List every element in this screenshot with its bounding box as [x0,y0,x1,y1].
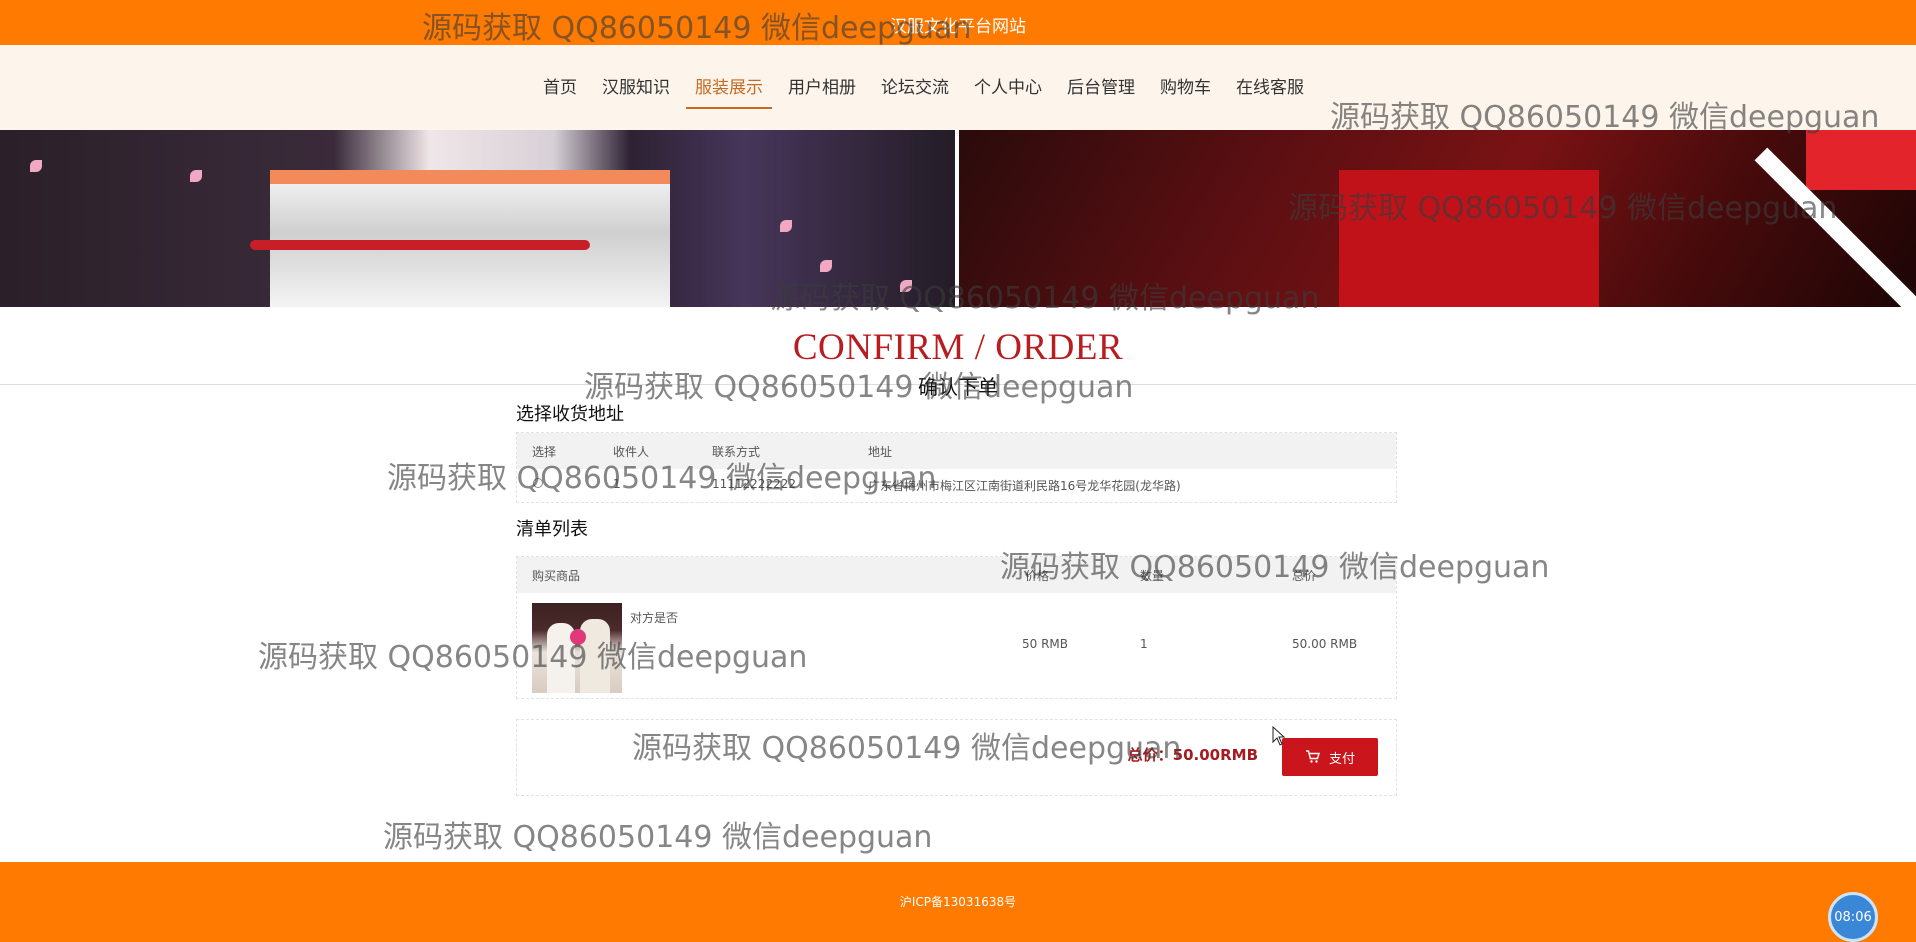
order-total: 总价：50.00RMB [1127,746,1258,764]
clock-badge[interactable]: 08:06 [1828,892,1878,942]
order-table-header: 购买商品 价格 数量 总价 [517,557,1396,593]
nav-item-forum[interactable]: 论坛交流 [872,75,958,109]
top-bar: 汉服文化平台网站 [0,0,1916,45]
address-radio[interactable] [533,478,543,488]
watermark: 源码获取 QQ86050149 微信deepguan [383,820,933,855]
nav-item-personal-center[interactable]: 个人中心 [965,75,1051,109]
page-subheading: 确认下单 [918,375,998,399]
mouse-cursor-icon [1272,726,1286,746]
nav-item-cart[interactable]: 购物车 [1151,75,1220,109]
contact-cell: 11112222222 [712,477,796,491]
column-header: 地址 [868,445,893,459]
nav-item-clothing-display[interactable]: 服装展示 [686,75,772,109]
column-header: 联系方式 [712,445,761,459]
main-nav: 首页 汉服知识 服装展示 用户相册 论坛交流 个人中心 后台管理 购物车 在线客… [0,45,1916,130]
pay-button[interactable]: 支付 [1282,738,1378,776]
banner-image [0,130,1916,307]
order-items-table: 购买商品 价格 数量 总价 对方是否 50 RMB 1 50.00 RMB [516,556,1397,699]
product-total: 50.00 RMB [1292,637,1358,651]
icp-record: 沪ICP备13031638号 [899,895,1017,909]
product-quantity: 1 [1140,637,1148,651]
nav-item-hanfu-knowledge[interactable]: 汉服知识 [593,75,679,109]
nav-list: 首页 汉服知识 服装展示 用户相册 论坛交流 个人中心 后台管理 购物车 在线客… [534,75,1320,109]
page-heading: CONFIRM / ORDER [792,327,1124,368]
column-header: 收件人 [613,445,650,459]
site-title: 汉服文化平台网站 [890,17,1026,37]
column-header: 数量 [1140,569,1165,583]
nav-item-admin[interactable]: 后台管理 [1058,75,1144,109]
banner-kimono-photo [0,130,955,307]
product-thumbnail[interactable] [532,603,622,693]
order-summary: 总价：50.00RMB 支付 [516,719,1397,796]
pay-label: 支付 [1328,750,1355,766]
product-price: 50 RMB [1022,637,1069,651]
address-table-header: 选择 收件人 联系方式 地址 [517,433,1396,469]
nav-item-user-album[interactable]: 用户相册 [779,75,865,109]
cart-icon [1305,750,1320,763]
address-table: 选择 收件人 联系方式 地址 1 11112222222 广东省梅州市梅江区江南… [516,432,1397,503]
product-name[interactable]: 对方是否 [630,609,678,626]
footer: 沪ICP备13031638号 [0,862,1916,942]
address-cell: 广东省梅州市梅江区江南街道利民路16号龙华花园(龙华路) [868,479,1181,493]
column-header: 选择 [532,445,557,459]
address-section-label: 选择收货地址 [516,404,624,425]
column-header: 购买商品 [532,569,581,583]
nav-item-customer-service[interactable]: 在线客服 [1227,75,1313,109]
column-header: 价格 [1025,569,1050,583]
nav-item-home[interactable]: 首页 [534,75,586,109]
banner-hanfu-photo [959,130,1916,307]
column-header: 总价 [1292,569,1317,583]
recipient-cell: 1 [613,477,621,491]
order-list-label: 清单列表 [516,519,588,540]
